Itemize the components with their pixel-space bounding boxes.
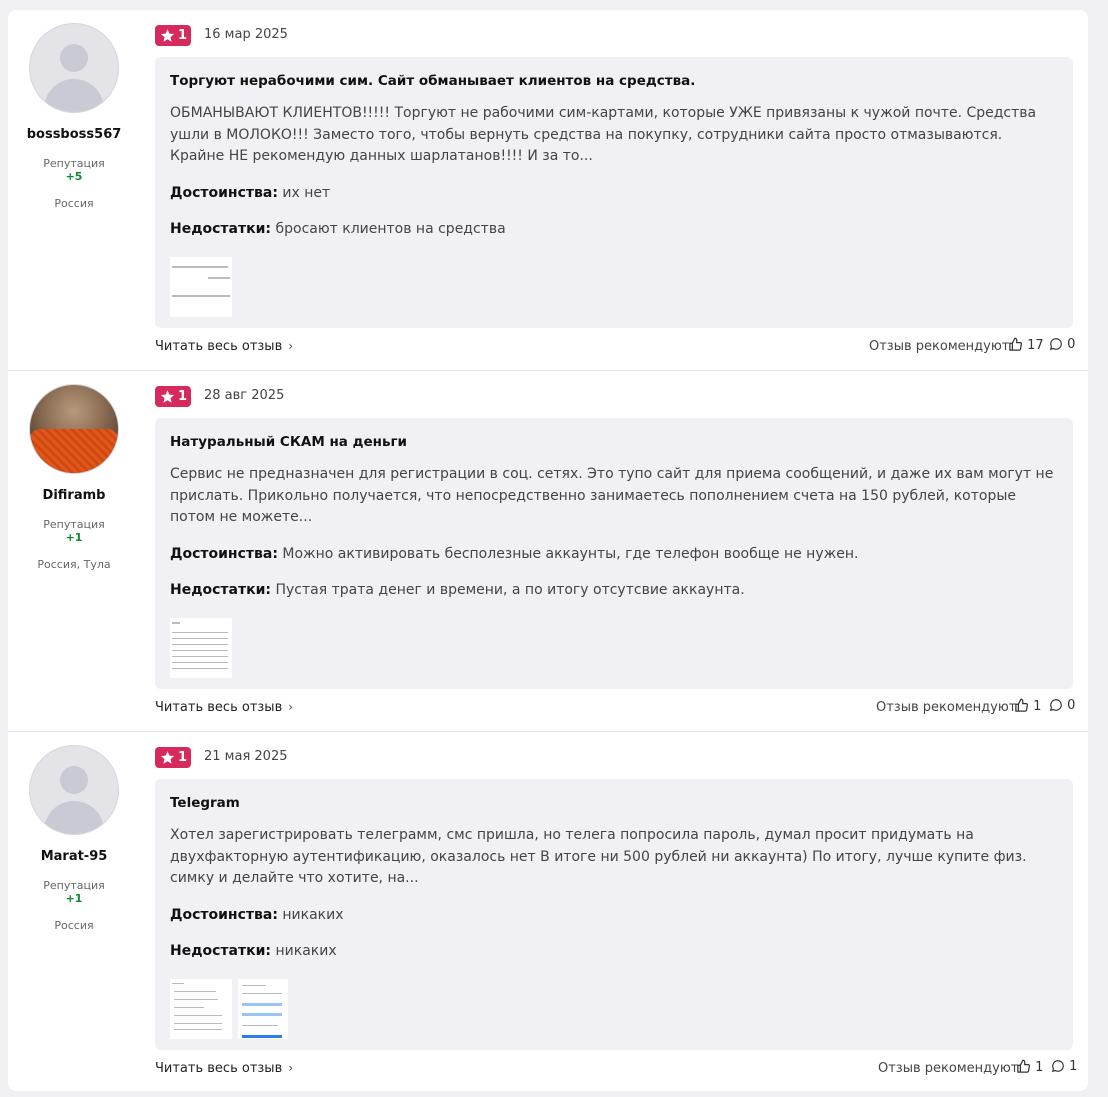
review-photo-thumbnail[interactable] — [170, 618, 232, 678]
reputation-value: +5 — [65, 170, 83, 183]
review-item: bossboss567 Репутация +5 Россия 1 16 мар… — [8, 10, 1088, 370]
cons-label: Недостатки: — [170, 582, 272, 598]
pros-text: Можно активировать бесполезные аккаунты,… — [282, 546, 859, 562]
review-item: Marat-95 Репутация +1 Россия 1 21 мая 20… — [8, 731, 1088, 1092]
user-location: Россия — [54, 197, 94, 210]
cons-text: Пустая трата денег и времени, а по итогу… — [275, 582, 745, 598]
reviews-card: bossboss567 Репутация +5 Россия 1 16 мар… — [8, 10, 1088, 1091]
review-content: Торгуют нерабочими сим. Сайт обманывает … — [155, 57, 1073, 328]
avatar[interactable] — [29, 384, 119, 474]
cons: Недостатки: никаких — [170, 943, 337, 959]
review-photo-thumbnail[interactable] — [170, 257, 232, 317]
thumbs-up-icon — [1017, 1059, 1031, 1073]
recommend-label: Отзыв рекомендуют — [878, 1061, 1019, 1076]
chevron-right-icon: › — [288, 700, 294, 714]
likes-count: 1 — [1033, 699, 1042, 714]
pros-label: Достоинства: — [170, 546, 278, 562]
chevron-right-icon: › — [288, 1061, 294, 1075]
pros-text: их нет — [282, 185, 331, 201]
like-button[interactable]: 1 — [1016, 1059, 1043, 1075]
rating-value: 1 — [178, 389, 188, 404]
cons-label: Недостатки: — [170, 221, 272, 237]
rating-value: 1 — [178, 28, 188, 43]
like-button[interactable]: 17 — [1008, 337, 1044, 353]
read-full-review-link[interactable]: Читать весь отзыв › — [155, 700, 293, 715]
likes-count: 17 — [1027, 338, 1044, 353]
avatar[interactable] — [29, 745, 119, 835]
review-text: Сервис не предназначен для регистрации в… — [170, 466, 1054, 525]
read-more-label: Читать весь отзыв — [155, 339, 283, 354]
review-date: 21 мая 2025 — [204, 749, 288, 764]
read-full-review-link[interactable]: Читать весь отзыв › — [155, 339, 293, 354]
username[interactable]: bossboss567 — [8, 127, 140, 142]
user-location: Россия — [54, 919, 94, 932]
comments-button[interactable]: 1 — [1051, 1059, 1077, 1074]
comments-count: 0 — [1067, 337, 1076, 352]
pros-label: Достоинства: — [170, 185, 278, 201]
star-icon — [160, 29, 175, 42]
reputation-value: +1 — [65, 892, 83, 905]
avatar[interactable] — [29, 23, 119, 113]
read-full-review-link[interactable]: Читать весь отзыв › — [155, 1061, 293, 1076]
username[interactable]: Marat-95 — [8, 849, 140, 864]
rating-badge: 1 — [155, 25, 191, 46]
reputation-label: Репутация — [43, 518, 105, 531]
review-text: ОБМАНЫВАЮТ КЛИЕНТОВ!!!!! Торгуют не рабо… — [170, 105, 1037, 164]
username[interactable]: Difiramb — [8, 488, 140, 503]
comments-button[interactable]: 0 — [1049, 698, 1075, 713]
cons-label: Недостатки: — [170, 943, 272, 959]
review-content: Telegram Хотел зарегистрировать телеграм… — [155, 779, 1073, 1050]
review-photo-thumbnail[interactable] — [170, 979, 232, 1039]
cons: Недостатки: бросают клиентов на средства — [170, 221, 506, 237]
cons: Недостатки: Пустая трата денег и времени… — [170, 582, 745, 598]
review-item: Difiramb Репутация +1 Россия, Тула 1 28 … — [8, 370, 1088, 731]
pros: Достоинства: их нет — [170, 185, 330, 201]
pros-label: Достоинства: — [170, 907, 278, 923]
review-title[interactable]: Торгуют нерабочими сим. Сайт обманывает … — [170, 73, 695, 89]
reputation-label: Репутация — [43, 157, 105, 170]
thumbs-up-icon — [1015, 698, 1029, 712]
rating-badge: 1 — [155, 386, 191, 407]
comment-icon — [1049, 338, 1062, 351]
chevron-right-icon: › — [288, 339, 294, 353]
read-more-label: Читать весь отзыв — [155, 700, 283, 715]
comments-button[interactable]: 0 — [1049, 337, 1075, 352]
rating-badge: 1 — [155, 747, 191, 768]
comment-icon — [1049, 699, 1062, 712]
rating-value: 1 — [178, 750, 188, 765]
comment-icon — [1051, 1060, 1064, 1073]
comments-count: 0 — [1067, 698, 1076, 713]
review-content: Натуральный СКАМ на деньги Сервис не пре… — [155, 418, 1073, 689]
pros-text: никаких — [282, 907, 344, 923]
review-title[interactable]: Натуральный СКАМ на деньги — [170, 434, 407, 450]
read-more-label: Читать весь отзыв — [155, 1061, 283, 1076]
review-title[interactable]: Telegram — [170, 795, 240, 811]
comments-count: 1 — [1069, 1059, 1078, 1074]
recommend-label: Отзыв рекомендуют — [869, 339, 1010, 354]
review-text: Хотел зарегистрировать телеграмм, смс пр… — [170, 827, 1027, 886]
review-photo-thumbnail[interactable] — [238, 979, 288, 1039]
user-location: Россия, Тула — [37, 558, 111, 571]
star-icon — [160, 751, 175, 764]
reputation-label: Репутация — [43, 879, 105, 892]
thumbs-up-icon — [1009, 337, 1023, 351]
cons-text: бросают клиентов на средства — [275, 221, 506, 237]
reputation-value: +1 — [65, 531, 83, 544]
star-icon — [160, 390, 175, 403]
pros: Достоинства: никаких — [170, 907, 344, 923]
review-date: 16 мар 2025 — [204, 27, 288, 42]
pros: Достоинства: Можно активировать бесполез… — [170, 546, 858, 562]
likes-count: 1 — [1035, 1060, 1044, 1075]
like-button[interactable]: 1 — [1014, 698, 1041, 714]
recommend-label: Отзыв рекомендуют — [876, 700, 1017, 715]
cons-text: никаких — [275, 943, 337, 959]
review-date: 28 авг 2025 — [204, 388, 285, 403]
